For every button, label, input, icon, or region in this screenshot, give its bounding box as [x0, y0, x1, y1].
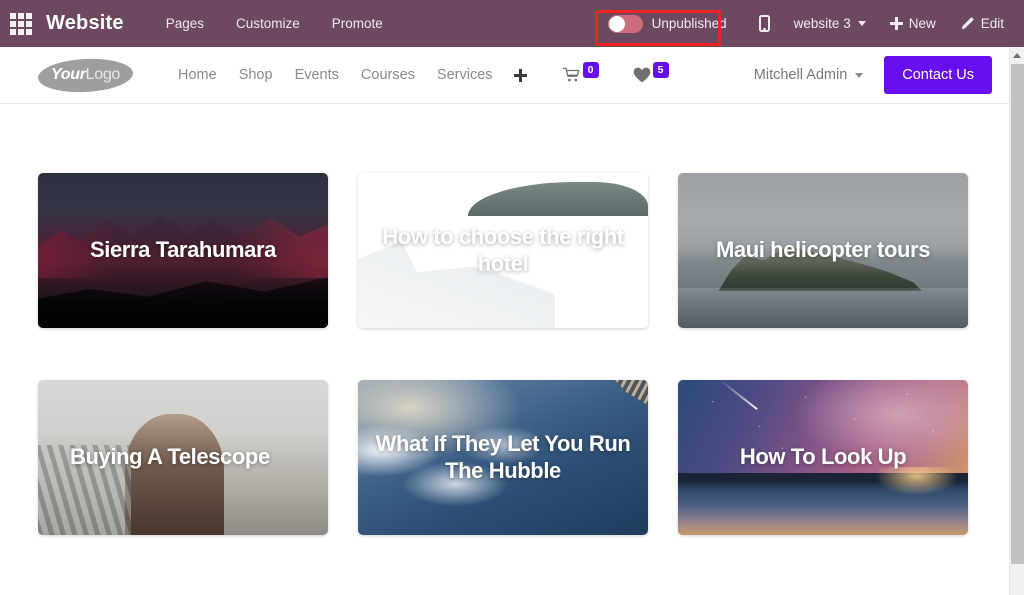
nav-item-home[interactable]: Home: [167, 61, 228, 89]
website-selector[interactable]: website 3: [782, 10, 878, 37]
menu-item-customize[interactable]: Customize: [220, 10, 316, 37]
cart-count-badge: 0: [583, 62, 599, 78]
mobile-phone-icon: [759, 15, 770, 32]
logo-text-secondary: Logo: [86, 66, 120, 84]
backend-menu: Pages Customize Promote: [150, 10, 399, 37]
menu-item-promote[interactable]: Promote: [316, 10, 399, 37]
edit-button[interactable]: Edit: [948, 10, 1016, 37]
shopping-cart-icon: [563, 66, 581, 84]
navbar-icons-group: 0 5: [563, 62, 669, 88]
blog-card[interactable]: How To Look Up: [678, 380, 968, 535]
cart-button[interactable]: 0: [563, 62, 599, 88]
add-page-plus-icon[interactable]: [514, 69, 527, 82]
blog-card[interactable]: How to choose the right hotel: [358, 173, 648, 328]
blog-card-title: Buying A Telescope: [38, 380, 328, 535]
website-page-body: Sierra Tarahumara How to choose the righ…: [0, 104, 1009, 595]
nav-item-courses[interactable]: Courses: [350, 61, 426, 89]
scrollbar-thumb[interactable]: [1011, 64, 1024, 564]
toggle-switch-track[interactable]: [608, 15, 643, 33]
website-navbar: Your Logo Home Shop Events Courses Servi…: [0, 47, 1009, 104]
blog-card[interactable]: Sierra Tarahumara: [38, 173, 328, 328]
chevron-down-icon: [855, 73, 863, 78]
contact-us-button[interactable]: Contact Us: [884, 56, 992, 94]
website-selector-label: website 3: [794, 16, 851, 31]
mobile-preview-button[interactable]: [747, 9, 782, 38]
nav-item-shop[interactable]: Shop: [228, 61, 284, 89]
wishlist-count-badge: 5: [653, 62, 669, 78]
logo-text-primary: Your: [51, 66, 86, 84]
user-menu[interactable]: Mitchell Admin: [754, 67, 863, 83]
scroll-up-arrow-icon[interactable]: [1010, 47, 1024, 63]
vertical-scrollbar[interactable]: [1009, 47, 1024, 595]
site-nav-links: Home Shop Events Courses Services: [167, 61, 527, 89]
menu-item-pages[interactable]: Pages: [150, 10, 220, 37]
topbar-right-group: Unpublished website 3 New Edit: [595, 0, 1024, 47]
odoo-top-bar: Website Pages Customize Promote Unpublis…: [0, 0, 1024, 47]
new-button-label: New: [909, 16, 936, 31]
pencil-icon: [960, 16, 975, 31]
blog-card-title: How To Look Up: [678, 380, 968, 535]
publish-toggle[interactable]: Unpublished: [595, 9, 739, 39]
edit-button-label: Edit: [981, 16, 1004, 31]
nav-item-events[interactable]: Events: [284, 61, 350, 89]
blog-card[interactable]: Buying A Telescope: [38, 380, 328, 535]
app-title: Website: [46, 12, 124, 35]
blog-card-title: Maui helicopter tours: [678, 173, 968, 328]
wishlist-button[interactable]: 5: [633, 62, 669, 88]
blog-post-grid: Sierra Tarahumara How to choose the righ…: [38, 173, 969, 535]
logo-text: Your Logo: [38, 59, 133, 92]
heart-icon: [633, 66, 651, 84]
blog-card-title: Sierra Tarahumara: [38, 173, 328, 328]
site-logo[interactable]: Your Logo: [38, 59, 133, 92]
plus-icon: [890, 17, 903, 30]
blog-card[interactable]: What If They Let You Run The Hubble: [358, 380, 648, 535]
toggle-switch-knob: [609, 16, 625, 32]
nav-item-services[interactable]: Services: [426, 61, 504, 89]
chevron-down-icon: [858, 21, 866, 26]
publish-status-label: Unpublished: [652, 16, 727, 31]
grid-apps-icon[interactable]: [6, 9, 36, 39]
blog-card-title: What If They Let You Run The Hubble: [358, 380, 648, 535]
blog-card-title: How to choose the right hotel: [358, 173, 648, 328]
blog-card[interactable]: Maui helicopter tours: [678, 173, 968, 328]
new-button[interactable]: New: [878, 10, 948, 37]
user-name: Mitchell Admin: [754, 67, 847, 83]
